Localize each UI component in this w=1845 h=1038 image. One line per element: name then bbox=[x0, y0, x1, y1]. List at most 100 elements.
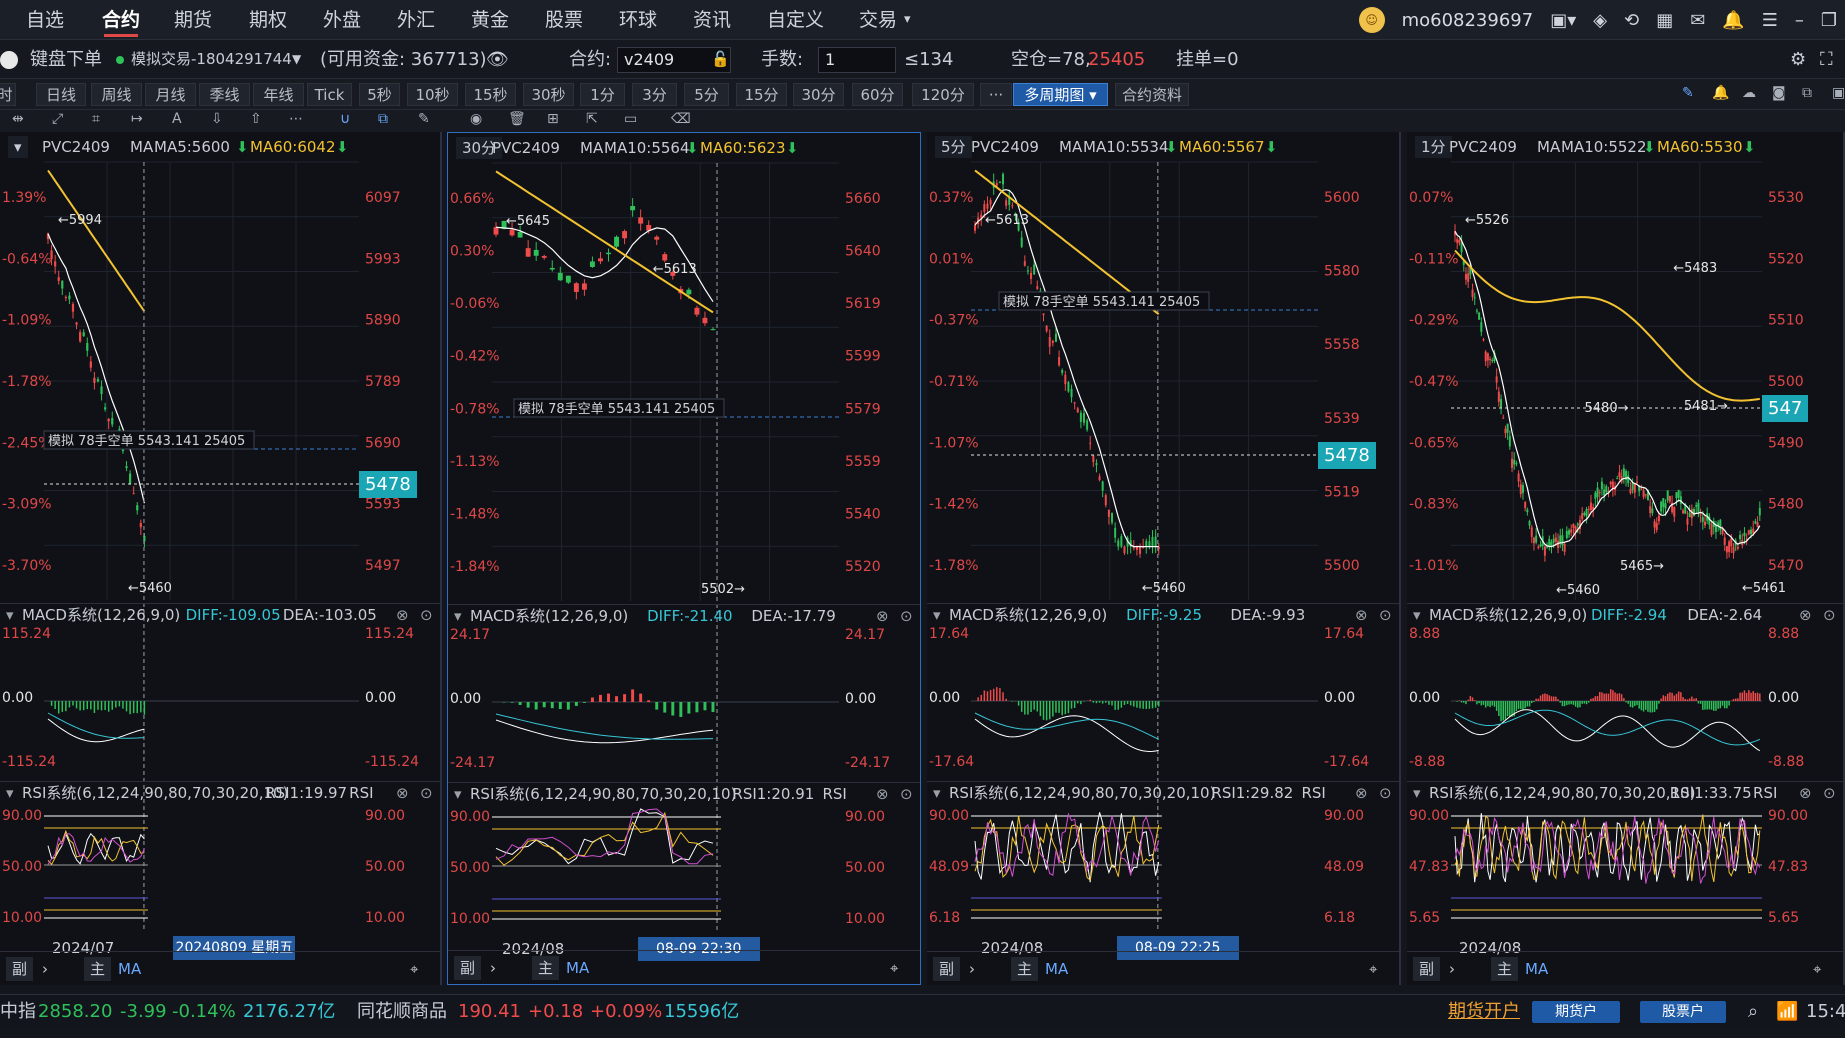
nav-tab-forex[interactable]: 外汇 bbox=[397, 0, 435, 40]
collapse-icon[interactable]: ▾ bbox=[1413, 604, 1421, 626]
nav-tab-custom[interactable]: 自定义 bbox=[767, 0, 824, 40]
rsi-title[interactable]: RSI系统(6,12,24,90,80,70,30,20,10) bbox=[949, 782, 1215, 804]
gift-icon[interactable]: ▦ bbox=[1656, 10, 1673, 31]
nav-tab-global[interactable]: 环球 bbox=[619, 0, 657, 40]
nav-tab-futures[interactable]: 期货 bbox=[174, 0, 212, 40]
settings-icon[interactable]: ⚙ bbox=[1790, 40, 1806, 79]
nav-tab-stocks[interactable]: 股票 bbox=[545, 0, 583, 40]
layers-icon[interactable]: ◈ bbox=[1593, 10, 1607, 31]
line-tool-icon[interactable]: ⇹ bbox=[12, 111, 24, 127]
period-select[interactable]: 5分 bbox=[935, 136, 972, 158]
futures-account-button[interactable]: 期货户 bbox=[1532, 1001, 1620, 1023]
price-chart[interactable]: 0.66% 0.30% -0.06% -0.42% -0.78% -1.13% -1.48%… bbox=[448, 133, 922, 986]
range-tool-icon[interactable]: ↦ bbox=[131, 111, 143, 127]
main-chart-button[interactable]: 主 bbox=[1011, 957, 1039, 981]
restore-icon[interactable]: ❐ bbox=[1821, 10, 1837, 31]
pen-icon[interactable]: ✎ bbox=[418, 111, 430, 127]
level-badge-icon[interactable]: ▣▾ bbox=[1550, 10, 1576, 31]
fullscreen-icon[interactable]: ⛶ bbox=[1820, 40, 1833, 79]
period-button[interactable]: 5秒 bbox=[359, 83, 400, 106]
macd-title[interactable]: MACD系统(12,26,9,0) bbox=[1429, 604, 1587, 626]
settings-icon[interactable]: ⊙ bbox=[900, 605, 913, 627]
period-button[interactable]: 季线 bbox=[199, 83, 250, 106]
collapse-icon[interactable]: ▾ bbox=[6, 782, 14, 804]
expand-icon[interactable]: › bbox=[1449, 952, 1455, 986]
settings-icon[interactable]: ⊙ bbox=[1379, 604, 1392, 626]
period-button[interactable]: 30分 bbox=[793, 83, 844, 106]
rsi-title[interactable]: RSI系统(6,12,24,90,80,70,30,20,10) bbox=[22, 782, 288, 804]
account-dropdown-icon[interactable]: ▼ bbox=[292, 40, 301, 79]
trash-icon[interactable]: 🗑 bbox=[508, 111, 526, 127]
chart-panel-2[interactable]: 0.66% 0.30% -0.06% -0.42% -0.78% -1.13% -1.48%… bbox=[447, 132, 921, 985]
lock-icon[interactable]: 🔓 bbox=[711, 40, 730, 79]
period-button[interactable]: ··· bbox=[980, 83, 1012, 106]
period-button[interactable]: 3分 bbox=[632, 83, 677, 106]
expand-icon[interactable]: › bbox=[42, 952, 48, 986]
collapse-icon[interactable]: ▾ bbox=[1413, 782, 1421, 804]
price-chart[interactable]: 0.37% 0.01% -0.37% -0.71% -1.07% -1.42% -1.78%… bbox=[927, 132, 1401, 985]
main-chart-button[interactable]: 主 bbox=[84, 957, 112, 981]
period-button[interactable]: 10秒 bbox=[407, 83, 458, 106]
ma-indicator-button[interactable]: MA bbox=[1045, 952, 1068, 986]
nav-tab-trade[interactable]: 交易 bbox=[859, 0, 897, 40]
nav-tab-news[interactable]: 资讯 bbox=[693, 0, 731, 40]
account-select[interactable]: 模拟交易-1804291744 bbox=[131, 40, 292, 79]
ma-indicator-button[interactable]: MA bbox=[566, 951, 589, 985]
period-button[interactable]: 120分 bbox=[912, 83, 974, 106]
close-icon[interactable]: ⊗ bbox=[876, 783, 889, 805]
signal-icon[interactable]: 📶 bbox=[1776, 995, 1798, 1029]
nav-tab-watchlist[interactable]: 自选 bbox=[26, 0, 64, 40]
period-select[interactable]: ▾ bbox=[8, 136, 28, 158]
close-icon[interactable]: ⊗ bbox=[396, 782, 409, 804]
down-arrow-tool-icon[interactable]: ⇩ bbox=[211, 111, 223, 127]
collapse-icon[interactable]: ▾ bbox=[933, 782, 941, 804]
window-icon[interactable]: ▣ bbox=[1832, 85, 1845, 101]
period-select[interactable]: 1分 bbox=[1415, 136, 1452, 158]
pencil-icon[interactable]: ✎ bbox=[1682, 85, 1694, 101]
settings-icon[interactable]: ⊙ bbox=[1379, 782, 1392, 804]
close-icon[interactable]: ⊗ bbox=[876, 605, 889, 627]
more-tools-icon[interactable]: ⋯ bbox=[289, 111, 303, 127]
sub-chart-button[interactable]: 副 bbox=[454, 956, 482, 980]
qty-input[interactable]: 1 bbox=[818, 47, 896, 73]
main-chart-button[interactable]: 主 bbox=[1491, 957, 1519, 981]
macd-title[interactable]: MACD系统(12,26,9,0) bbox=[22, 604, 180, 626]
settings-icon[interactable]: ⊙ bbox=[1823, 604, 1836, 626]
bell-icon[interactable]: 🔔 bbox=[1722, 10, 1744, 31]
commodity-name[interactable]: 同花顺商品 bbox=[357, 995, 447, 1029]
price-chart[interactable]: 1.39%-0.64%-1.09%-1.78%-2.45%-3.09%-3.70… bbox=[0, 132, 442, 985]
close-icon[interactable]: ⊗ bbox=[1799, 604, 1812, 626]
macd-title[interactable]: MACD系统(12,26,9,0) bbox=[949, 604, 1107, 626]
eraser-icon[interactable]: ⌫ bbox=[671, 111, 691, 127]
stock-account-button[interactable]: 股票户 bbox=[1640, 1001, 1726, 1023]
chart-panel-3[interactable]: 0.37% 0.01% -0.37% -0.71% -1.07% -1.42% -1.78%… bbox=[927, 132, 1401, 985]
close-icon[interactable]: ⊗ bbox=[1355, 604, 1368, 626]
chart-panel-4[interactable]: 0.07% -0.11% -0.29% -0.47% -0.65% -0.83% -1.01… bbox=[1407, 132, 1845, 985]
close-icon[interactable]: ⊗ bbox=[1799, 782, 1812, 804]
expand-icon[interactable]: › bbox=[490, 951, 496, 985]
eye-icon[interactable]: 👁 bbox=[486, 40, 509, 79]
eye-tool-icon[interactable]: ◉ bbox=[470, 111, 482, 127]
ray-tool-icon[interactable]: ⤢ bbox=[52, 111, 63, 127]
text-tool-icon[interactable]: A bbox=[172, 111, 182, 127]
period-button[interactable]: 1分 bbox=[580, 83, 625, 106]
snap-icon[interactable]: ⧉ bbox=[378, 111, 388, 127]
camera-icon[interactable]: ◙ bbox=[1772, 85, 1786, 101]
nav-tab-contract[interactable]: 合约 bbox=[102, 0, 140, 40]
period-button[interactable]: 年线 bbox=[253, 83, 304, 106]
open-account-link[interactable]: 期货开户 bbox=[1448, 995, 1520, 1029]
rsi-title[interactable]: RSI系统(6,12,24,90,80,70,30,20,10) bbox=[1429, 782, 1695, 804]
username[interactable]: mo608239697 bbox=[1402, 10, 1534, 31]
period-button[interactable]: 时 bbox=[0, 83, 16, 106]
period-button[interactable]: 周线 bbox=[91, 83, 142, 106]
sub-chart-button[interactable]: 副 bbox=[6, 957, 34, 981]
index-name[interactable]: 中指 bbox=[0, 995, 36, 1029]
period-button[interactable]: 60分 bbox=[852, 83, 903, 106]
collapse-icon[interactable]: ▾ bbox=[454, 605, 462, 627]
main-chart-button[interactable]: 主 bbox=[532, 956, 560, 980]
settings-icon[interactable]: ⊙ bbox=[420, 782, 433, 804]
search-icon[interactable]: ⌕ bbox=[1748, 995, 1758, 1029]
period-button[interactable]: 15秒 bbox=[465, 83, 516, 106]
location-icon[interactable]: ⌖ bbox=[1369, 952, 1377, 986]
period-button[interactable]: Tick bbox=[307, 83, 352, 106]
